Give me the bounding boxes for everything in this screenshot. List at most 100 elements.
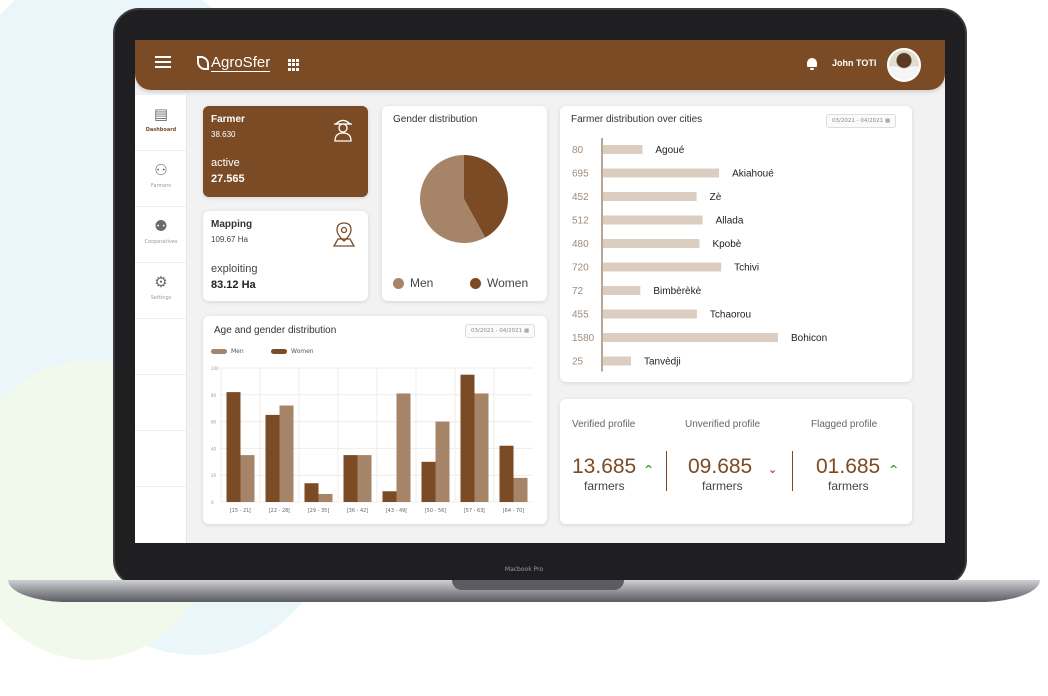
legend-swatch-women — [271, 349, 287, 354]
farmer-icon: ⚇ — [154, 161, 168, 179]
flagged-profile-value: 01.685 — [816, 455, 881, 478]
bar-women[interactable] — [304, 483, 319, 502]
mapping-exploiting-value: 83.12 Ha — [211, 279, 256, 291]
city-bar[interactable] — [603, 286, 641, 295]
x-tick-label: [29 - 35] — [308, 508, 330, 514]
x-tick-label: [50 - 56] — [425, 508, 447, 514]
gender-distribution-card: Gender distribution Men Women — [382, 106, 547, 301]
profile-stats-card: Verified profile Unverified profile Flag… — [560, 399, 912, 524]
brand-name: AgroSfer — [211, 54, 271, 72]
hamburger-menu-icon[interactable] — [155, 56, 171, 70]
farmer-card[interactable]: Farmer 38.630 active 27.565 — [203, 106, 368, 197]
sidebar-item-cooperatives[interactable]: ⚉ Cooperatives — [135, 207, 187, 263]
app-screen: AgroSfer John TOTI ▤ Dashboard ⚇ Farmers… — [135, 40, 945, 543]
city-bar[interactable] — [603, 215, 703, 225]
legend-label-women: Women — [291, 348, 314, 355]
bar-men[interactable] — [513, 477, 528, 502]
sidebar-item-settings[interactable]: ⚙ Settings — [135, 263, 187, 319]
bar-women[interactable] — [382, 491, 397, 502]
sidebar-item-label: Farmers — [150, 183, 172, 189]
verified-profile-value: 13.685 — [572, 455, 637, 478]
gender-pie-chart[interactable] — [419, 154, 509, 244]
city-bar[interactable] — [603, 192, 697, 201]
sidebar-item-label: Settings — [150, 295, 172, 301]
sidebar-empty-slot — [135, 431, 187, 487]
gender-card-title: Gender distribution — [393, 114, 478, 125]
bar-men[interactable] — [435, 421, 450, 502]
bar-women[interactable] — [265, 414, 280, 502]
city-bar[interactable] — [603, 239, 700, 248]
bar-women[interactable] — [499, 445, 514, 502]
x-tick-label: [36 - 42] — [347, 508, 369, 514]
bar-women[interactable] — [460, 374, 475, 502]
unverified-profile-unit: farmers — [702, 479, 743, 493]
bar-men[interactable] — [357, 455, 372, 502]
verified-profile-unit: farmers — [584, 479, 625, 493]
brand-logo[interactable]: AgroSfer — [197, 52, 271, 74]
city-label: Allada — [716, 216, 744, 227]
trend-up-icon: ^ — [889, 463, 899, 476]
bar-men[interactable] — [318, 493, 333, 502]
age-date-range-picker[interactable]: 03/2021 - 04/2021 ▦ — [465, 324, 536, 338]
y-tick-label: 0 — [211, 500, 214, 505]
sidebar: ▤ Dashboard ⚇ Farmers ⚉ Cooperatives ⚙ S… — [135, 95, 187, 543]
bar-men[interactable] — [240, 455, 255, 502]
city-bar[interactable] — [603, 356, 631, 366]
city-label: Zè — [710, 192, 722, 203]
bar-women[interactable] — [343, 455, 358, 502]
y-tick-label: 40 — [211, 446, 217, 451]
laptop-bezel — [135, 543, 945, 580]
bar-value-label: 452 — [572, 192, 589, 203]
map-pin-icon — [332, 222, 356, 247]
age-card-title: Age and gender distribution — [214, 325, 337, 336]
sidebar-item-farmers[interactable]: ⚇ Farmers — [135, 151, 187, 207]
bar-men[interactable] — [474, 393, 489, 502]
city-label: Bohicon — [791, 333, 827, 344]
user-name[interactable]: John TOTI — [832, 58, 876, 68]
legend-swatch-women — [470, 277, 481, 289]
age-gender-card: Age and gender distribution 03/2021 - 04… — [203, 316, 547, 524]
age-legend-men: Men — [211, 348, 244, 355]
city-distribution-card: Farmer distribution over cities 03/2021 … — [560, 106, 912, 382]
legend-women: Women — [470, 276, 528, 290]
bell-icon[interactable] — [807, 58, 817, 70]
city-label: Akiahoué — [732, 169, 774, 180]
farmer-card-title: Farmer — [211, 114, 245, 125]
city-bar-chart[interactable]: 80 Agoué 695 Akiahoué 452 Zè 512 Allada 480 Kpobè… — [560, 136, 912, 376]
city-bar[interactable] — [603, 333, 778, 342]
age-gender-bar-chart[interactable]: 100 80 60 40 20 0 [15 - 21[[22 - 28[[29 - 35] [… — [203, 362, 547, 522]
legend-label-men: Men — [231, 348, 244, 355]
legend-men: Men — [393, 276, 433, 290]
flagged-profile-label: Flagged profile — [811, 419, 878, 430]
verified-profile-label: Verified profile — [572, 419, 636, 430]
city-label: Tchivi — [734, 263, 759, 274]
city-date-range-picker[interactable]: 03/2021 - 04/2021 ▦ — [826, 114, 897, 128]
avatar[interactable] — [887, 48, 921, 82]
city-bar[interactable] — [603, 309, 697, 319]
sidebar-item-dashboard[interactable]: ▤ Dashboard — [135, 95, 187, 151]
y-tick-label: 20 — [211, 473, 217, 478]
calendar-icon: ▦ — [884, 118, 891, 124]
farmer-active-label: active — [211, 157, 240, 169]
mapping-exploiting-label: exploiting — [211, 263, 258, 275]
calendar-icon: ▦ — [523, 328, 530, 334]
bar-men[interactable] — [279, 405, 294, 502]
profile-divider — [792, 451, 793, 491]
dashboard-icon: ▤ — [153, 105, 169, 123]
bar-women[interactable] — [421, 461, 436, 502]
city-bar[interactable] — [603, 145, 643, 154]
bar-women[interactable] — [226, 392, 241, 502]
city-label: Tchaorou — [710, 310, 751, 321]
city-bar[interactable] — [603, 262, 722, 272]
apps-grid-icon[interactable] — [288, 59, 300, 71]
top-bar: AgroSfer John TOTI — [135, 40, 945, 90]
sidebar-item-label: Dashboard — [145, 127, 177, 133]
mapping-card[interactable]: Mapping 109.67 Ha exploiting 83.12 Ha — [203, 211, 368, 301]
profile-divider — [666, 451, 667, 491]
city-label: Bimbèrèkè — [653, 286, 701, 297]
farmer-active-value: 27.565 — [211, 173, 245, 185]
x-tick-label: [22 - 28[ — [269, 508, 291, 514]
city-bar[interactable] — [603, 168, 720, 178]
bar-men[interactable] — [396, 393, 411, 502]
sidebar-empty-slot — [135, 319, 187, 375]
